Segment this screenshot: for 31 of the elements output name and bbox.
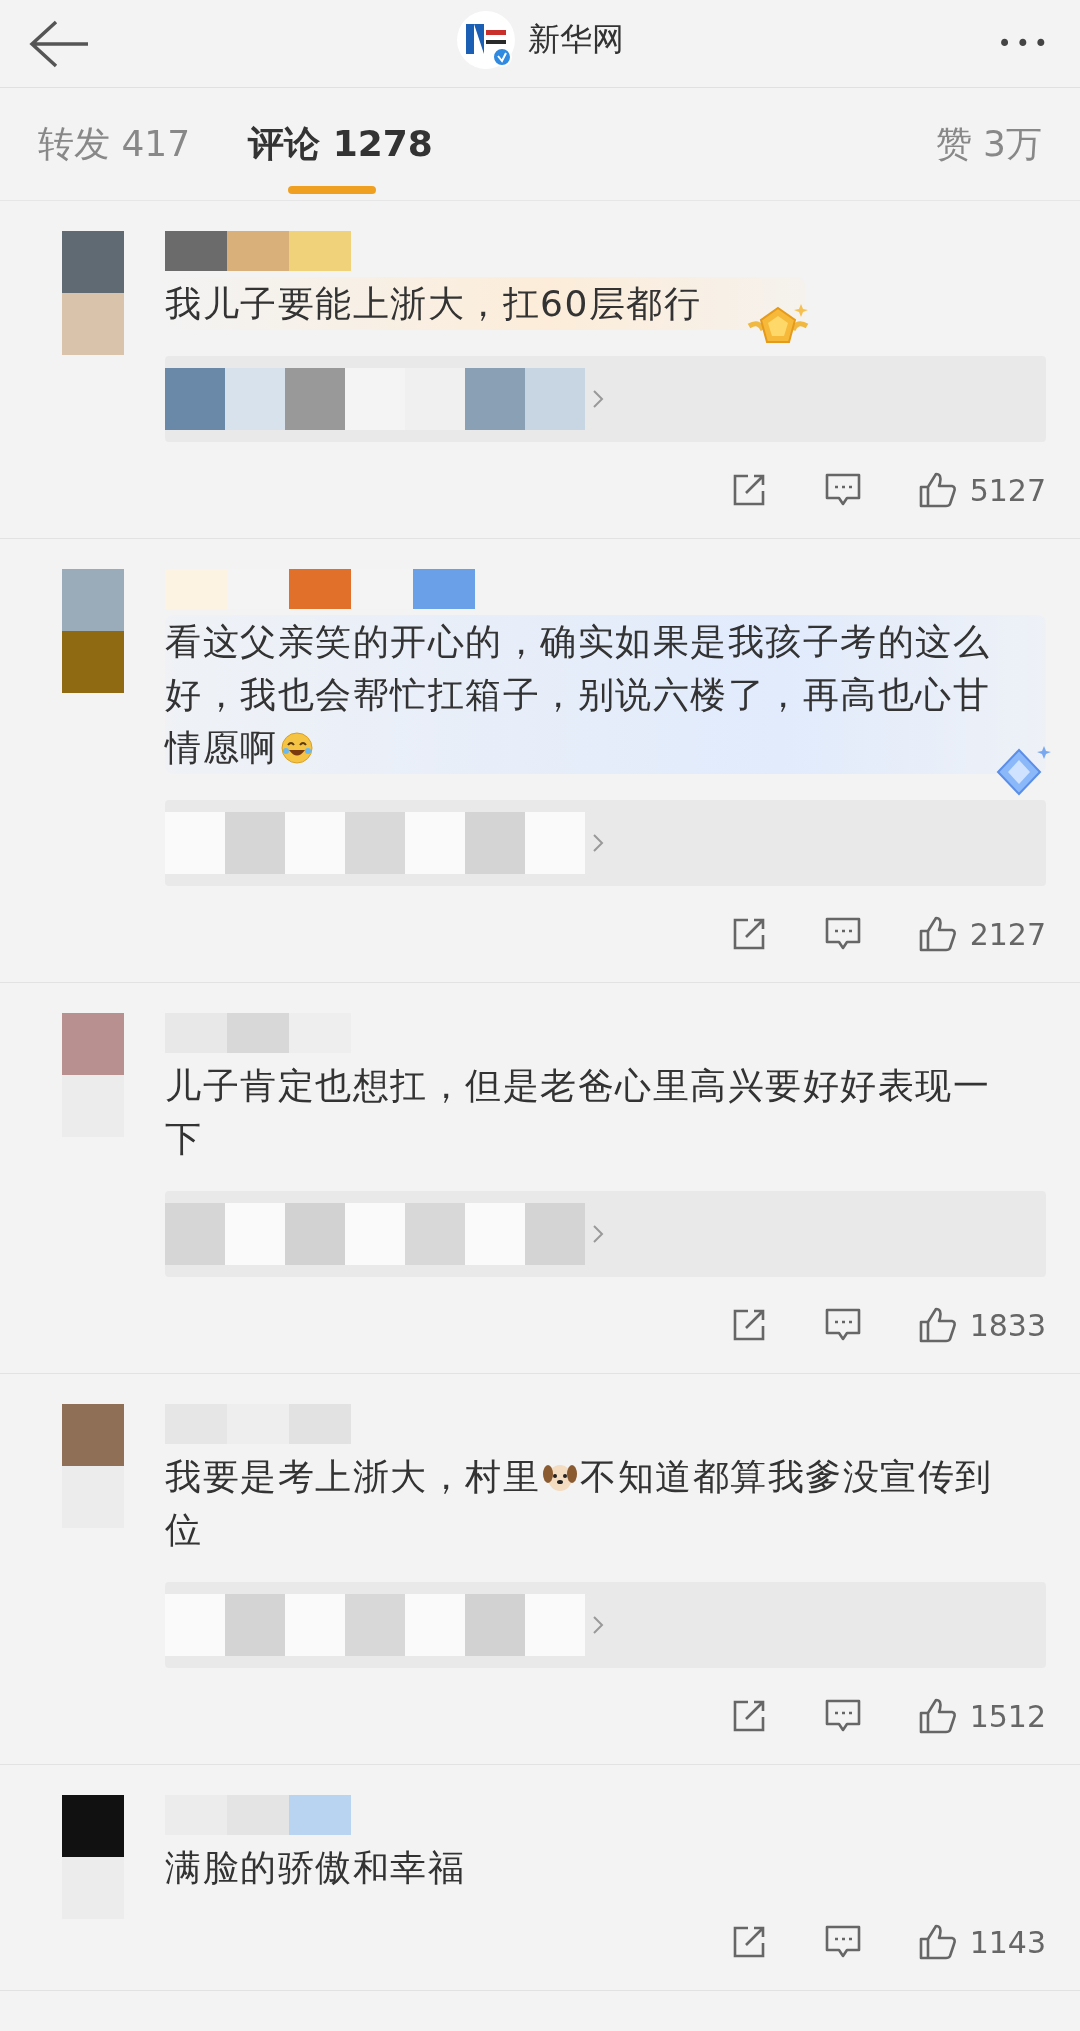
like-icon[interactable] — [917, 1923, 958, 1961]
chevron-icon — [591, 832, 605, 854]
like-count: 5127 — [969, 472, 1046, 508]
like-icon[interactable] — [917, 1306, 958, 1344]
comment-text: 看这父亲笑的开心的，确实如果是我孩子考的这么好，我也会帮忙扛箱子，别说六楼了，再高也心甘情愿啊 — [165, 620, 991, 770]
comment-text: 儿子肯定也想扛，但是老爸心里高兴要好好表现一下 — [165, 1064, 991, 1161]
like-icon[interactable] — [917, 915, 958, 953]
comment-icon[interactable] — [823, 1924, 862, 1960]
comment-text: 满脸的骄傲和幸福 — [165, 1846, 466, 1890]
comment-icon[interactable] — [823, 1698, 862, 1734]
like-count: 1512 — [969, 1698, 1046, 1734]
logo-icon — [456, 10, 516, 70]
like-count: 1833 — [969, 1307, 1046, 1343]
like-count: 1143 — [969, 1924, 1046, 1960]
account-name: 新华网 — [528, 19, 624, 60]
laughing-emoji-icon — [279, 731, 314, 765]
comment-text: 我儿子要能上浙大，扛60层都行 — [165, 282, 703, 326]
avatar[interactable] — [62, 1795, 124, 1919]
comment-icon[interactable] — [823, 472, 862, 508]
tab[interactable]: 评论 1278 — [248, 88, 433, 200]
chevron-icon — [591, 388, 605, 410]
reply-preview[interactable] — [165, 356, 1046, 442]
like-count: 2127 — [969, 916, 1046, 952]
like-icon[interactable] — [917, 1697, 958, 1735]
comment-icon[interactable] — [823, 1307, 862, 1343]
comment-icon[interactable] — [823, 916, 862, 952]
chevron-icon — [591, 1223, 605, 1245]
chevron-icon — [591, 1614, 605, 1636]
comment-text: 我要是考上浙大，村里 不知道都算我爹没宣传到位 — [165, 1455, 994, 1552]
more-button[interactable]: ••• — [997, 29, 1052, 58]
like-icon[interactable] — [917, 471, 958, 509]
